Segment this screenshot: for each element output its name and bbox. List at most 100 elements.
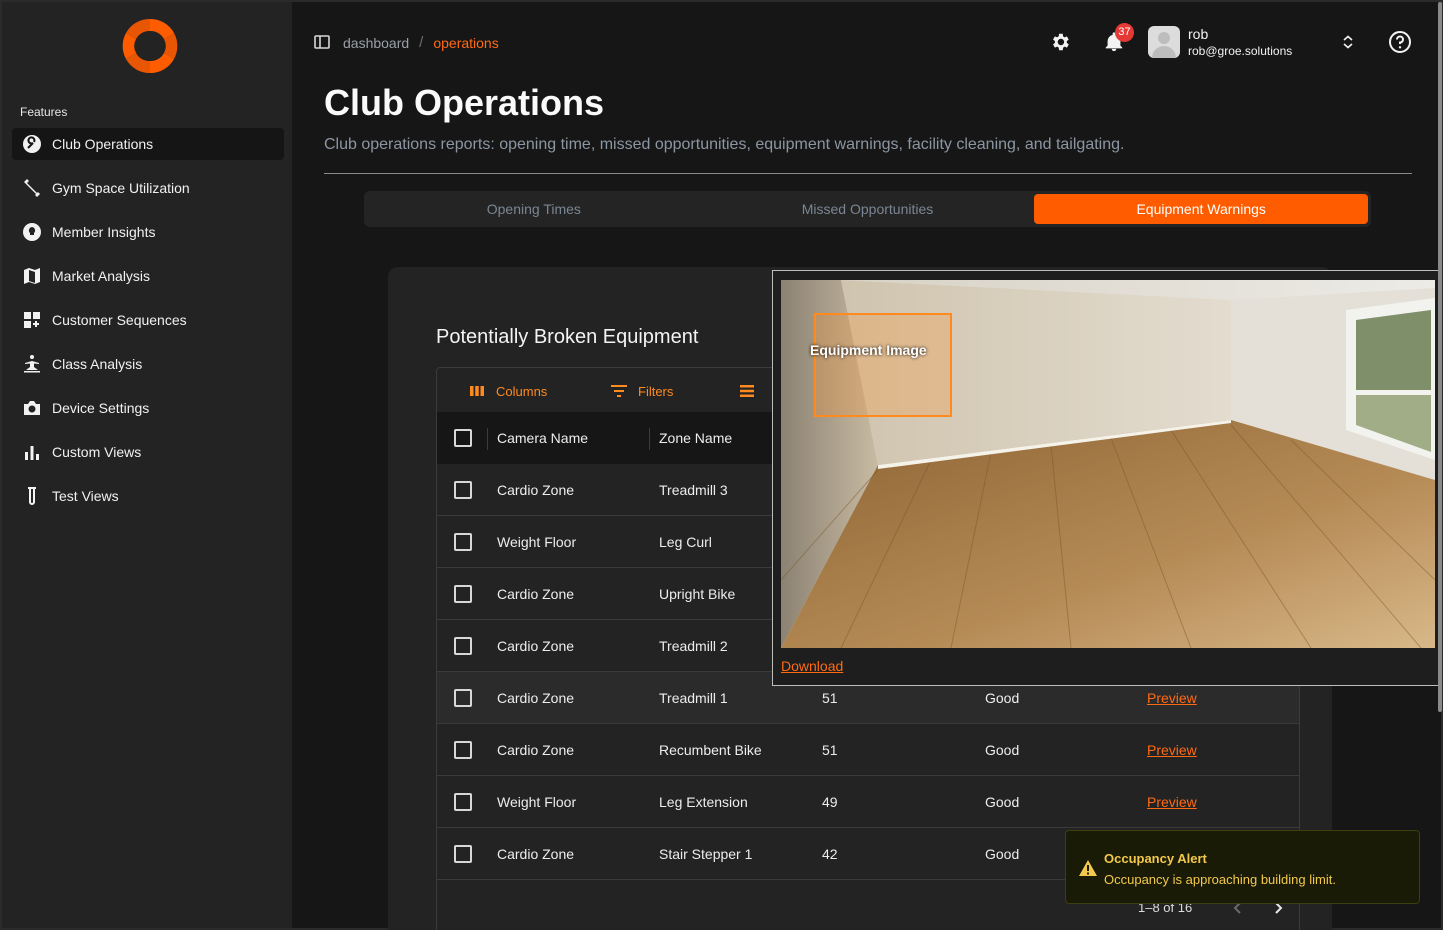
density-icon <box>740 385 754 397</box>
column-separator[interactable] <box>487 428 488 450</box>
sidebar-item-label: Test Views <box>52 488 119 504</box>
sidebar-toggle-icon[interactable] <box>313 33 331 51</box>
column-separator[interactable] <box>649 428 650 450</box>
chevron-up-down-icon[interactable] <box>1340 34 1356 50</box>
score-cell: 42 <box>822 846 838 862</box>
sidebar-item-label: Market Analysis <box>52 268 151 284</box>
sidebar-item-label: Member Insights <box>52 224 156 240</box>
zone-name-cell: Treadmill 3 <box>659 482 728 498</box>
sidebar-item-class-analysis[interactable]: Class Analysis <box>12 348 284 380</box>
preview-link[interactable]: Preview <box>1147 724 1197 776</box>
score-cell: 51 <box>822 742 838 758</box>
sidebar-item-custom-views[interactable]: Custom Views <box>12 436 284 468</box>
sidebar-item-club-operations[interactable]: Club Operations <box>12 128 284 160</box>
equipment-image-popup: Equipment Image Download <box>772 270 1442 686</box>
preview-link[interactable]: Preview <box>1147 776 1197 828</box>
sidebar-item-market-analysis[interactable]: Market Analysis <box>12 260 284 292</box>
row-checkbox[interactable] <box>454 845 472 863</box>
map-icon <box>22 266 42 286</box>
notification-count-badge: 37 <box>1115 23 1134 42</box>
breadcrumb: dashboard / operations <box>343 34 499 51</box>
sidebar-item-label: Custom Views <box>52 444 142 460</box>
toast-title: Occupancy Alert <box>1104 851 1207 866</box>
dashboard-add-icon <box>22 310 42 330</box>
bounding-box-label: Equipment Image <box>810 342 927 358</box>
breadcrumb-dashboard-link[interactable]: dashboard <box>343 35 409 51</box>
row-checkbox[interactable] <box>454 585 472 603</box>
select-all-checkbox[interactable] <box>454 429 472 447</box>
card-title: Potentially Broken Equipment <box>436 326 699 348</box>
dumbbell-icon <box>22 178 42 198</box>
camera-name-cell: Cardio Zone <box>497 742 575 758</box>
column-header-camera-name[interactable]: Camera Name <box>497 412 588 464</box>
sidebar-item-label: Device Settings <box>52 400 150 416</box>
yoga-icon <box>22 354 42 374</box>
wrench-icon <box>22 134 42 154</box>
zone-name-cell: Leg Extension <box>659 794 748 810</box>
zone-name-cell: Stair Stepper 1 <box>659 846 753 862</box>
report-tabs: Opening Times Missed Opportunities Equip… <box>364 191 1371 227</box>
help-icon[interactable] <box>1388 30 1412 54</box>
breadcrumb-separator: / <box>419 34 424 51</box>
avatar[interactable] <box>1148 26 1180 58</box>
zone-name-cell: Recumbent Bike <box>659 742 762 758</box>
brand-logo-icon[interactable] <box>120 16 180 76</box>
gear-icon[interactable] <box>1049 31 1071 53</box>
camera-name-cell: Weight Floor <box>497 534 577 550</box>
user-name: rob <box>1188 26 1209 42</box>
tab-equipment-warnings[interactable]: Equipment Warnings <box>1034 194 1369 224</box>
sidebar-item-test-views[interactable]: Test Views <box>12 480 284 512</box>
sidebar-item-device-settings[interactable]: Device Settings <box>12 392 284 424</box>
status-cell: Good <box>985 794 1020 810</box>
camera-name-cell: Cardio Zone <box>497 586 575 602</box>
sidebar: Features Club Operations Gym Space Utili… <box>2 2 292 928</box>
table-row[interactable]: Cardio Zone Recumbent Bike 51 Good Previ… <box>437 724 1299 776</box>
sidebar-item-member-insights[interactable]: Member Insights <box>12 216 284 248</box>
camera-icon <box>22 398 42 418</box>
bar-chart-icon <box>22 442 42 462</box>
columns-button[interactable]: Columns <box>468 382 547 400</box>
row-checkbox[interactable] <box>454 689 472 707</box>
sidebar-item-gym-space-utilization[interactable]: Gym Space Utilization <box>12 172 284 204</box>
header-divider <box>324 173 1412 174</box>
camera-name-cell: Cardio Zone <box>497 638 575 654</box>
filters-button[interactable]: Filters <box>610 382 673 400</box>
tab-missed-opportunities[interactable]: Missed Opportunities <box>701 194 1035 224</box>
equipment-image: Equipment Image <box>781 280 1435 648</box>
density-button[interactable] <box>738 382 766 400</box>
zone-name-cell: Treadmill 2 <box>659 638 728 654</box>
lightbulb-icon <box>22 222 42 242</box>
row-checkbox[interactable] <box>454 533 472 551</box>
equipment-bounding-box <box>814 313 952 417</box>
table-row[interactable]: Weight Floor Leg Extension 49 Good Previ… <box>437 776 1299 828</box>
page-scrollbar[interactable] <box>1438 2 1442 712</box>
zone-name-cell: Treadmill 1 <box>659 690 728 706</box>
tab-opening-times[interactable]: Opening Times <box>367 194 701 224</box>
row-checkbox[interactable] <box>454 637 472 655</box>
columns-label: Columns <box>496 383 548 399</box>
status-cell: Good <box>985 742 1020 758</box>
column-header-zone-name[interactable]: Zone Name <box>659 412 732 464</box>
zone-name-cell: Leg Curl <box>659 534 712 550</box>
page-subtitle: Club operations reports: opening time, m… <box>324 136 1125 153</box>
filters-label: Filters <box>638 383 674 399</box>
camera-name-cell: Weight Floor <box>497 794 577 810</box>
row-checkbox[interactable] <box>454 481 472 499</box>
page-title: Club Operations <box>324 82 605 123</box>
sidebar-nav: Club Operations Gym Space Utilization Me… <box>12 128 284 524</box>
row-checkbox[interactable] <box>454 793 472 811</box>
toast-message: Occupancy is approaching building limit. <box>1104 872 1336 887</box>
download-link[interactable]: Download <box>781 658 843 674</box>
sidebar-item-customer-sequences[interactable]: Customer Sequences <box>12 304 284 336</box>
occupancy-alert-toast[interactable]: Occupancy Alert Occupancy is approaching… <box>1065 830 1420 904</box>
sidebar-item-label: Gym Space Utilization <box>52 180 190 196</box>
filter-icon <box>611 385 627 397</box>
score-cell: 49 <box>822 794 838 810</box>
warning-icon <box>1079 860 1097 876</box>
row-checkbox[interactable] <box>454 741 472 759</box>
test-tube-icon <box>22 486 42 506</box>
breadcrumb-current: operations <box>433 34 499 51</box>
camera-name-cell: Cardio Zone <box>497 690 575 706</box>
camera-name-cell: Cardio Zone <box>497 846 575 862</box>
camera-name-cell: Cardio Zone <box>497 482 575 498</box>
